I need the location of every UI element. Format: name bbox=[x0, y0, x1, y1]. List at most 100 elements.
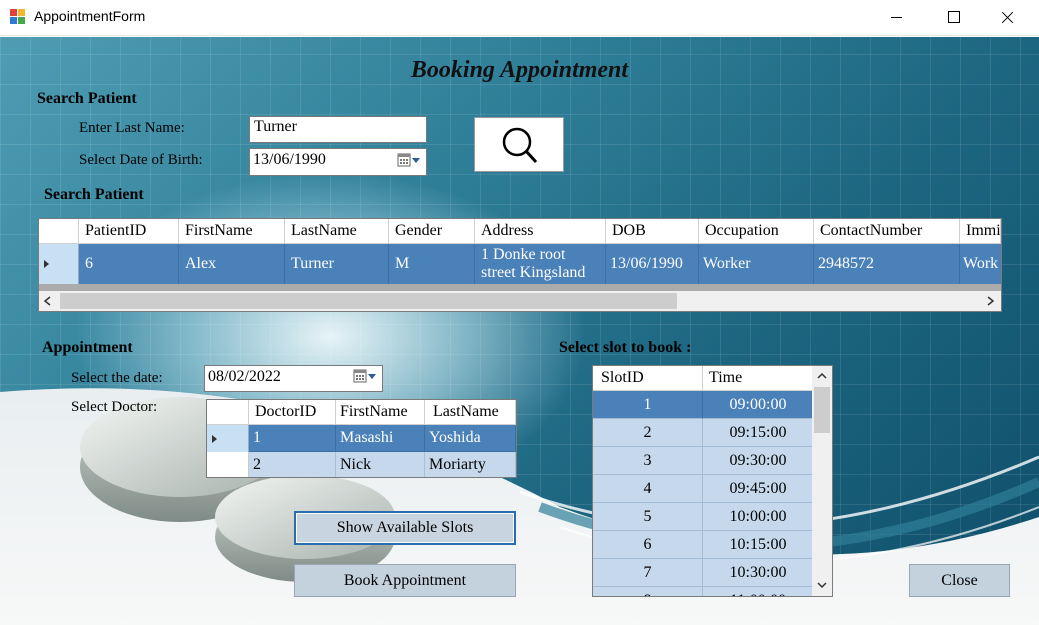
last-name-input[interactable]: Turner bbox=[249, 116, 427, 143]
patient-cell-lastname[interactable]: Turner bbox=[285, 244, 389, 284]
column-header-firstname[interactable]: FirstName bbox=[336, 400, 425, 425]
magnifier-icon bbox=[502, 127, 538, 164]
close-button[interactable]: Close bbox=[909, 564, 1010, 597]
vscroll-thumb[interactable] bbox=[814, 387, 830, 433]
slot-row[interactable]: 6 10:15:00 bbox=[593, 531, 813, 559]
column-header-time[interactable]: Time bbox=[703, 366, 813, 391]
doctor-cell-lastname[interactable]: Moriarty bbox=[425, 452, 516, 477]
row-header[interactable] bbox=[207, 452, 249, 477]
doctor-cell-lastname[interactable]: Yoshida bbox=[425, 425, 516, 452]
slot-cell-time[interactable]: 09:15:00 bbox=[703, 419, 813, 447]
slot-row[interactable]: 1 09:00:00 bbox=[593, 391, 813, 419]
column-header-gender[interactable]: Gender bbox=[389, 219, 475, 244]
doctor-grid[interactable]: DoctorID FirstName LastName 1 Masashi Yo… bbox=[206, 399, 517, 478]
dob-label: Select Date of Birth: bbox=[79, 152, 203, 168]
column-header-doctorid[interactable]: DoctorID bbox=[249, 400, 336, 425]
slot-cell-time[interactable]: 09:00:00 bbox=[703, 391, 813, 419]
slot-cell-id[interactable]: 7 bbox=[593, 559, 703, 587]
patient-cell-gender[interactable]: M bbox=[389, 244, 475, 284]
patient-cell-dob[interactable]: 13/06/1990 bbox=[606, 244, 699, 284]
patient-cell-id[interactable]: 6 bbox=[79, 244, 179, 284]
slot-cell-time[interactable]: 09:30:00 bbox=[703, 447, 813, 475]
column-header-contactnumber[interactable]: ContactNumber bbox=[814, 219, 960, 244]
slot-grid[interactable]: SlotID Time 1 09:00:00 2 09:15:00 3 09:3… bbox=[592, 365, 833, 597]
slot-row[interactable]: 4 09:45:00 bbox=[593, 475, 813, 503]
dob-value: 13/06/1990 bbox=[253, 151, 326, 168]
form-heading: Booking Appointment bbox=[410, 57, 629, 83]
calendar-dropdown-icon[interactable] bbox=[397, 153, 421, 168]
patient-cell-occupation[interactable]: Worker bbox=[699, 244, 814, 284]
slot-row[interactable]: 3 09:30:00 bbox=[593, 447, 813, 475]
doctor-cell-firstname[interactable]: Nick bbox=[336, 452, 425, 477]
address-line-2: street Kingsland bbox=[481, 264, 586, 281]
slot-row[interactable]: 2 09:15:00 bbox=[593, 419, 813, 447]
calendar-dropdown-icon[interactable] bbox=[353, 369, 377, 384]
title-bar: AppointmentForm bbox=[0, 0, 1039, 36]
current-row-arrow-icon bbox=[212, 435, 217, 443]
form-client-area: Booking Appointment Search Patient Enter… bbox=[0, 37, 1039, 625]
slot-row[interactable]: 8 11:00:00 bbox=[593, 587, 813, 596]
slot-row[interactable]: 7 10:30:00 bbox=[593, 559, 813, 587]
slot-cell-id[interactable]: 4 bbox=[593, 475, 703, 503]
current-row-arrow-icon bbox=[44, 260, 49, 268]
appointment-date-label: Select the date: bbox=[71, 370, 163, 386]
column-header-patientid[interactable]: PatientID bbox=[79, 219, 179, 244]
slot-cell-id[interactable]: 6 bbox=[593, 531, 703, 559]
slot-cell-time[interactable]: 11:00:00 bbox=[703, 587, 813, 596]
maximize-button[interactable] bbox=[930, 0, 976, 36]
window-title: AppointmentForm bbox=[34, 8, 146, 24]
slot-cell-id[interactable]: 8 bbox=[593, 587, 703, 596]
appointment-section-label: Appointment bbox=[42, 339, 133, 356]
slot-cell-id[interactable]: 5 bbox=[593, 503, 703, 531]
appointment-datepicker[interactable]: 08/02/2022 bbox=[204, 365, 383, 392]
row-header-selected[interactable] bbox=[207, 425, 249, 452]
column-header-dob[interactable]: DOB bbox=[606, 219, 699, 244]
app-icon bbox=[10, 9, 27, 26]
patient-cell-firstname[interactable]: Alex bbox=[179, 244, 285, 284]
appointment-date-value: 08/02/2022 bbox=[208, 368, 281, 385]
doctor-cell-firstname[interactable]: Masashi bbox=[336, 425, 425, 452]
slot-cell-time[interactable]: 10:00:00 bbox=[703, 503, 813, 531]
patient-cell-address[interactable]: 1 Donke root street Kingsland bbox=[475, 244, 606, 284]
patient-cell-contact[interactable]: 2948572 bbox=[814, 244, 960, 284]
slot-row[interactable]: 5 10:00:00 bbox=[593, 503, 813, 531]
column-header-lastname[interactable]: LastName bbox=[425, 400, 516, 425]
scroll-right-icon[interactable] bbox=[985, 296, 995, 306]
dob-datepicker[interactable]: 13/06/1990 bbox=[249, 148, 427, 176]
slot-section-label: Select slot to book : bbox=[559, 339, 692, 356]
slot-cell-time[interactable]: 10:15:00 bbox=[703, 531, 813, 559]
show-available-slots-button[interactable]: Show Available Slots bbox=[294, 511, 516, 545]
slot-cell-id[interactable]: 2 bbox=[593, 419, 703, 447]
column-header-occupation[interactable]: Occupation bbox=[699, 219, 814, 244]
patient-cell-immi[interactable]: Work bbox=[960, 244, 1001, 284]
results-label: Search Patient bbox=[44, 186, 144, 203]
search-section-label: Search Patient bbox=[37, 90, 137, 107]
grid-corner-cell bbox=[207, 400, 249, 425]
scroll-up-icon[interactable] bbox=[817, 371, 827, 381]
slot-cell-id[interactable]: 3 bbox=[593, 447, 703, 475]
patient-grid[interactable]: PatientID FirstName LastName Gender Addr… bbox=[38, 218, 1002, 312]
row-header-selected[interactable] bbox=[39, 244, 79, 284]
address-line-1: 1 Donke root bbox=[481, 246, 566, 263]
column-header-address[interactable]: Address bbox=[475, 219, 606, 244]
column-header-slotid[interactable]: SlotID bbox=[593, 366, 703, 391]
doctor-cell-id[interactable]: 2 bbox=[249, 452, 336, 477]
book-appointment-button[interactable]: Book Appointment bbox=[294, 564, 516, 597]
slot-cell-id[interactable]: 1 bbox=[593, 391, 703, 419]
slot-grid-vscrollbar[interactable] bbox=[812, 366, 832, 596]
search-button[interactable] bbox=[474, 117, 564, 172]
slot-cell-time[interactable]: 10:30:00 bbox=[703, 559, 813, 587]
scroll-down-icon[interactable] bbox=[817, 580, 827, 590]
column-header-firstname[interactable]: FirstName bbox=[179, 219, 285, 244]
last-name-label: Enter Last Name: bbox=[79, 120, 185, 136]
column-header-immi[interactable]: Immi bbox=[960, 219, 1001, 244]
column-header-lastname[interactable]: LastName bbox=[285, 219, 389, 244]
scroll-left-icon[interactable] bbox=[43, 296, 53, 306]
doctor-cell-id[interactable]: 1 bbox=[249, 425, 336, 452]
patient-grid-hscrollbar[interactable] bbox=[39, 291, 1001, 311]
slot-cell-time[interactable]: 09:45:00 bbox=[703, 475, 813, 503]
hscroll-thumb[interactable] bbox=[60, 293, 677, 309]
minimize-button[interactable] bbox=[873, 0, 919, 36]
grid-corner-cell bbox=[39, 219, 79, 244]
close-window-button[interactable] bbox=[985, 0, 1031, 36]
